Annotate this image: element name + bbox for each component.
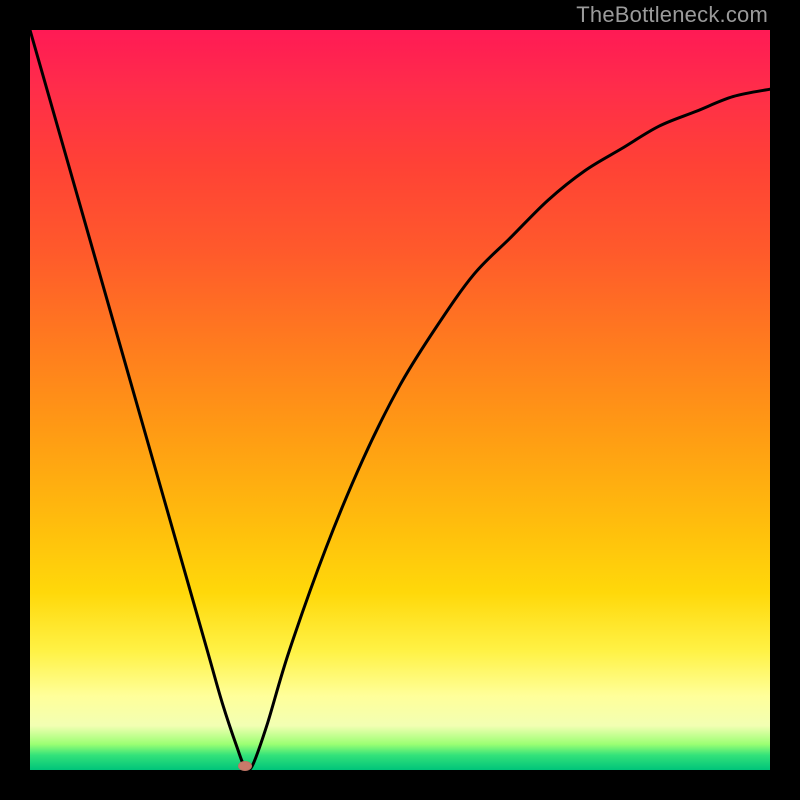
minimum-marker	[238, 761, 252, 771]
chart-frame: TheBottleneck.com	[0, 0, 800, 800]
bottleneck-curve	[30, 30, 770, 770]
plot-area	[30, 30, 770, 770]
watermark-text: TheBottleneck.com	[576, 2, 768, 28]
curve-path	[30, 30, 770, 770]
